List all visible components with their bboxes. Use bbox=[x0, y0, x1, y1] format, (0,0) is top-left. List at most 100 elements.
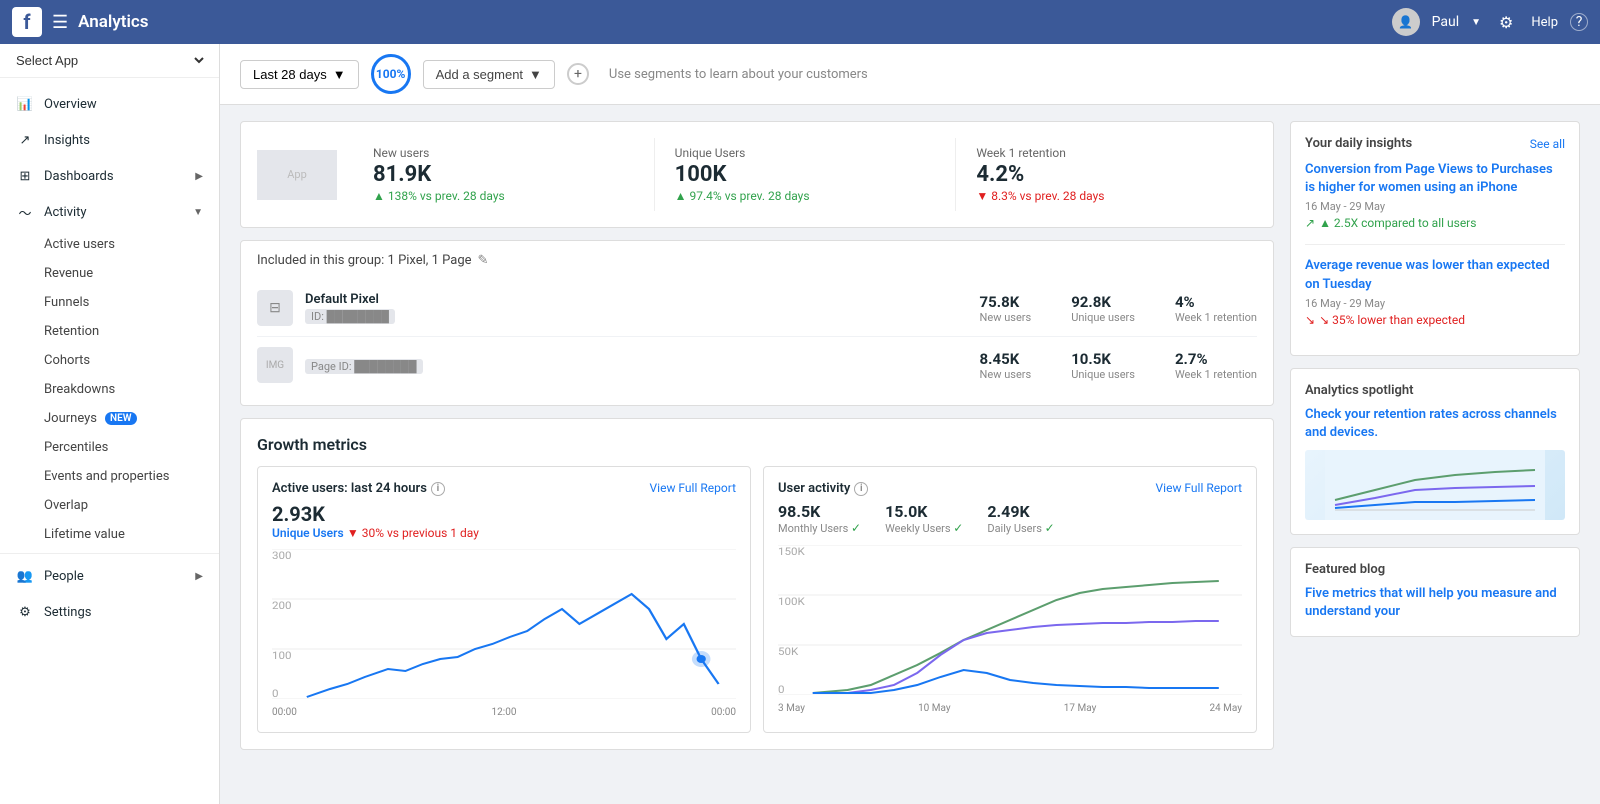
spotlight-link[interactable]: Check your retention rates across channe… bbox=[1305, 406, 1565, 442]
add-segment-button[interactable]: Add a segment ▼ bbox=[423, 60, 555, 89]
insight-1-link[interactable]: Conversion from Page Views to Purchases … bbox=[1305, 161, 1565, 197]
arrow-down-icon: ↘ bbox=[1305, 313, 1315, 327]
spotlight-title: Analytics spotlight bbox=[1305, 383, 1565, 398]
weekly-users-metric: 15.0K Weekly Users ✓ bbox=[885, 502, 963, 535]
add-segment-chevron-icon: ▼ bbox=[529, 67, 542, 82]
activity-icon: 〜 bbox=[16, 203, 34, 221]
included-group: Included in this group: 1 Pixel, 1 Page … bbox=[240, 240, 1274, 406]
insights-divider bbox=[1305, 244, 1565, 245]
growth-metrics-title: Growth metrics bbox=[257, 435, 1257, 454]
page-icon-2: IMG bbox=[257, 347, 293, 383]
pixel-stat-retention-1: 4% Week 1 retention bbox=[1175, 293, 1257, 324]
user-name[interactable]: Paul bbox=[1432, 14, 1460, 30]
sidebar-item-percentiles[interactable]: Percentiles bbox=[0, 433, 219, 462]
pixel-stat-new-users-1: 75.8K New users bbox=[980, 293, 1032, 324]
date-range-picker[interactable]: Last 28 days ▼ bbox=[240, 60, 359, 89]
week1-retention-change: ▼ 8.3% vs prev. 28 days bbox=[976, 189, 1237, 203]
sidebar-item-revenue[interactable]: Revenue bbox=[0, 259, 219, 288]
content-area: App New users 81.9K ▲ 138% vs prev. 28 d… bbox=[220, 105, 1600, 766]
see-all-link[interactable]: See all bbox=[1530, 137, 1565, 151]
chart2-header: User activity i View Full Report bbox=[778, 481, 1242, 496]
sidebar-item-events[interactable]: Events and properties bbox=[0, 462, 219, 491]
new-users-label: New users bbox=[373, 146, 634, 160]
help-button[interactable]: Help bbox=[1531, 15, 1558, 30]
svg-text:50K: 50K bbox=[778, 646, 799, 658]
sidebar-item-label: Activity bbox=[44, 205, 87, 220]
new-badge: NEW bbox=[105, 412, 137, 425]
svg-text:100K: 100K bbox=[778, 596, 805, 608]
page-stat-unique-2: 10.5K Unique users bbox=[1071, 350, 1135, 381]
featured-blog-title: Featured blog bbox=[1305, 562, 1565, 577]
chart2-svg: 150K 100K 50K 0 bbox=[778, 545, 1242, 695]
featured-blog-link[interactable]: Five metrics that will help you measure … bbox=[1305, 585, 1565, 621]
segment-percentage[interactable]: 100% bbox=[371, 54, 411, 94]
insight-1-date: 16 May - 29 May bbox=[1305, 200, 1565, 213]
chart1-sub-label: Unique Users bbox=[272, 526, 344, 540]
page-stat-retention-2: 2.7% Week 1 retention bbox=[1175, 350, 1257, 381]
sidebar: Select App 📊 Overview ↗ Insights ⊞ Dashb… bbox=[0, 44, 220, 804]
page-stats-2: 8.45K New users 10.5K Unique users 2.7% … bbox=[980, 350, 1257, 381]
chart1-info-icon[interactable]: i bbox=[431, 482, 445, 496]
daily-users-metric: 2.49K Daily Users ✓ bbox=[987, 502, 1054, 535]
included-title: Included in this group: 1 Pixel, 1 Page … bbox=[257, 253, 1257, 268]
unique-users-value: 100K bbox=[675, 162, 936, 187]
pixel-stat-unique-1: 92.8K Unique users bbox=[1071, 293, 1135, 324]
insight-1-compare: ↗ ▲ 2.5X compared to all users bbox=[1305, 216, 1565, 230]
sidebar-item-journeys[interactable]: Journeys NEW bbox=[0, 404, 219, 433]
sidebar-item-overview[interactable]: 📊 Overview bbox=[0, 86, 219, 122]
chart1-x-labels: 00:00 12:00 00:00 bbox=[272, 707, 736, 718]
facebook-logo[interactable]: f bbox=[12, 7, 42, 37]
insight-2-date: 16 May - 29 May bbox=[1305, 297, 1565, 310]
sidebar-item-label: Insights bbox=[44, 133, 90, 148]
svg-text:100: 100 bbox=[272, 650, 292, 662]
weekly-label: Weekly Users ✓ bbox=[885, 521, 963, 535]
chart1-title: Active users: last 24 hours i bbox=[272, 481, 445, 496]
sidebar-item-breakdowns[interactable]: Breakdowns bbox=[0, 375, 219, 404]
pixel-id-1: ID: ████████ bbox=[305, 309, 395, 324]
monthly-check-icon: ✓ bbox=[851, 521, 861, 535]
sidebar-nav: 📊 Overview ↗ Insights ⊞ Dashboards ▶ 〜 A… bbox=[0, 78, 219, 638]
sidebar-item-lifetime[interactable]: Lifetime value bbox=[0, 520, 219, 549]
chart2-view-full[interactable]: View Full Report bbox=[1156, 481, 1242, 495]
sidebar-item-dashboards[interactable]: ⊞ Dashboards ▶ bbox=[0, 158, 219, 194]
sidebar-item-retention[interactable]: Retention bbox=[0, 317, 219, 346]
edit-icon[interactable]: ✎ bbox=[478, 253, 489, 268]
insight-item-2: Average revenue was lower than expected … bbox=[1305, 257, 1565, 326]
pixel-stats-1: 75.8K New users 92.8K Unique users 4% We… bbox=[980, 293, 1257, 324]
arrow-up-icon: ↗ bbox=[1305, 216, 1315, 230]
toolbar: Last 28 days ▼ 100% Add a segment ▼ + Us… bbox=[220, 44, 1600, 105]
chart1-value: 2.93K bbox=[272, 502, 736, 526]
sidebar-item-settings[interactable]: ⚙ Settings bbox=[0, 594, 219, 630]
sidebar-item-funnels[interactable]: Funnels bbox=[0, 288, 219, 317]
activity-chevron-icon: ▼ bbox=[193, 207, 203, 218]
chart1-view-full[interactable]: View Full Report bbox=[650, 481, 736, 495]
gear-icon[interactable]: ⚙ bbox=[1499, 13, 1513, 32]
weekly-check-icon: ✓ bbox=[953, 521, 963, 535]
daily-check-icon: ✓ bbox=[1045, 521, 1055, 535]
help-circle-icon: ? bbox=[1570, 13, 1588, 31]
app-selector[interactable]: Select App bbox=[0, 44, 219, 78]
dashboards-icon: ⊞ bbox=[16, 167, 34, 185]
insight-2-link[interactable]: Average revenue was lower than expected … bbox=[1305, 257, 1565, 293]
avatar[interactable]: 👤 bbox=[1392, 8, 1420, 36]
chart2-info-icon[interactable]: i bbox=[854, 482, 868, 496]
app-dropdown[interactable]: Select App bbox=[12, 52, 207, 69]
featured-blog-card: Featured blog Five metrics that will hel… bbox=[1290, 547, 1580, 636]
app-title: Analytics bbox=[78, 12, 148, 32]
chart2-sub-metrics: 98.5K Monthly Users ✓ 15.0K Wee bbox=[778, 502, 1242, 535]
sidebar-item-insights[interactable]: ↗ Insights bbox=[0, 122, 219, 158]
sidebar-item-active-users[interactable]: Active users bbox=[0, 230, 219, 259]
sidebar-item-people[interactable]: 👥 People ▶ bbox=[0, 558, 219, 594]
charts-row: Active users: last 24 hours i View Full … bbox=[257, 466, 1257, 733]
main-content: Last 28 days ▼ 100% Add a segment ▼ + Us… bbox=[220, 44, 1600, 766]
sidebar-item-cohorts[interactable]: Cohorts bbox=[0, 346, 219, 375]
sidebar-item-activity[interactable]: 〜 Activity ▼ bbox=[0, 194, 219, 230]
monthly-value: 98.5K bbox=[778, 502, 861, 521]
settings-icon: ⚙ bbox=[16, 603, 34, 621]
hamburger-menu[interactable]: ☰ bbox=[52, 12, 68, 33]
sidebar-item-label: People bbox=[44, 569, 84, 584]
add-icon[interactable]: + bbox=[567, 63, 589, 85]
svg-text:300: 300 bbox=[272, 550, 292, 562]
sidebar-item-overlap[interactable]: Overlap bbox=[0, 491, 219, 520]
daily-insights-header: Your daily insights See all bbox=[1305, 136, 1565, 151]
